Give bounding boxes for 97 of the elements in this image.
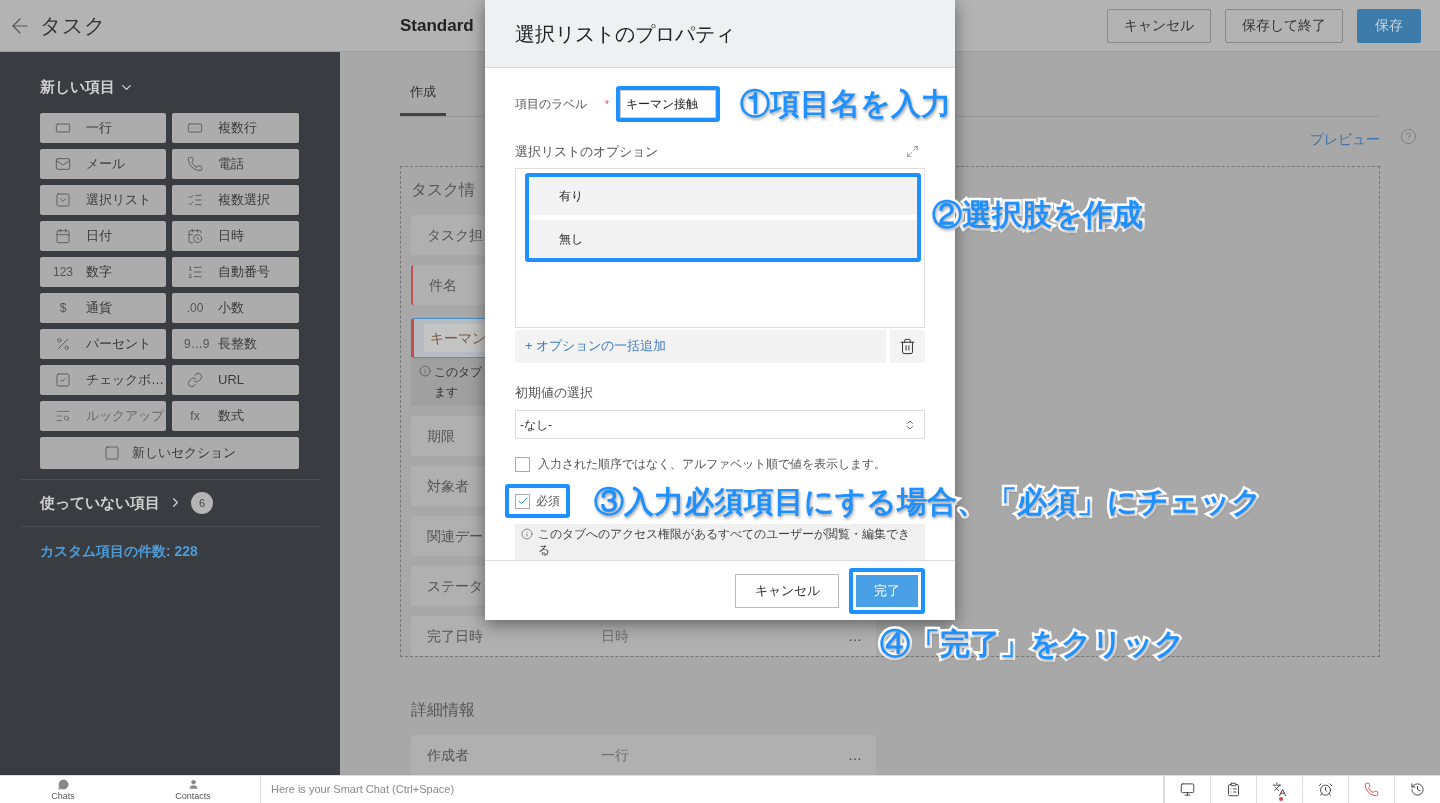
field-label: タスク担: [427, 225, 483, 245]
section-title: 新しい項目: [40, 77, 115, 97]
save-button[interactable]: 保存: [1357, 8, 1421, 43]
field-type-button[interactable]: 日時: [172, 220, 299, 251]
bottom-tab[interactable]: Chats: [0, 776, 126, 803]
percent-icon: [55, 335, 71, 352]
alarm-clock-icon: [1318, 782, 1333, 797]
unused-fields-link[interactable]: 使っていない項目: [40, 491, 160, 514]
default-value-select[interactable]: -なし-: [515, 410, 925, 439]
glyph-icon: 123: [52, 262, 74, 281]
header-button[interactable]: キャンセル: [1107, 8, 1211, 43]
section-title: 詳細情報: [411, 700, 475, 720]
header-button[interactable]: 保存して終了: [1225, 8, 1343, 43]
field-type-button[interactable]: 自動番号: [172, 256, 299, 287]
tab[interactable]: 作成: [400, 81, 446, 116]
custom-field-count: カスタム項目の件数: 228: [40, 542, 199, 561]
trash-icon: [899, 337, 916, 355]
select-arrows-icon: [904, 418, 916, 431]
section-icon: [103, 444, 120, 461]
dropdown-icon: [55, 191, 71, 208]
form-row[interactable]: 作成者 一行 …: [411, 735, 876, 775]
field-type-button[interactable]: fx 数式: [172, 400, 299, 431]
field-type-button[interactable]: パーセント: [40, 328, 166, 359]
field-type-button[interactable]: URL: [172, 364, 299, 395]
option-row[interactable]: 有り: [529, 176, 917, 215]
numbered-list-icon: [187, 263, 203, 280]
label-input[interactable]: キーマン接触: [620, 90, 716, 118]
done-button[interactable]: 完了: [856, 574, 918, 607]
section-title: タスク情: [411, 180, 475, 200]
field-label: ステータ: [427, 576, 483, 596]
note-text: このタブへのアクセス権限があるすべてのユーザーが閲覧・編集できる: [538, 526, 911, 558]
options-title: 選択リストのオプション: [515, 143, 658, 161]
checkbox-label: 必須: [536, 493, 560, 510]
delete-button[interactable]: [890, 329, 925, 363]
link-icon: [187, 371, 203, 388]
checkbox-icon: [55, 371, 71, 388]
glyph-icon: .00: [184, 298, 206, 317]
clipboard-icon: [1226, 782, 1241, 797]
field-type-button[interactable]: $ 通貨: [40, 292, 166, 323]
bottom-tab[interactable]: Contacts: [126, 776, 260, 803]
field-type-button[interactable]: .00 小数: [172, 292, 299, 323]
field-type-button[interactable]: 複数行: [172, 112, 299, 143]
field-label: 作成者: [427, 745, 469, 765]
annotation-label: ①項目名を入力: [740, 88, 951, 119]
phone-icon: [1364, 782, 1379, 797]
more-menu[interactable]: …: [848, 744, 862, 766]
field-label: 件名: [429, 275, 457, 295]
default-value-label: 初期値の選択: [515, 383, 594, 402]
annotation-label: ④「完了」をクリック: [880, 628, 1185, 659]
info-icon: [521, 528, 533, 540]
count-badge: 6: [191, 491, 213, 514]
more-menu[interactable]: …: [848, 625, 862, 647]
field-type: 日時: [601, 626, 629, 646]
field-label: 完了日時: [427, 626, 483, 646]
field-type-button[interactable]: 選択リスト: [40, 184, 166, 215]
checkbox[interactable]: [515, 493, 530, 509]
chat-bubble-icon: [57, 778, 69, 790]
translate-icon: [1272, 782, 1287, 797]
field-type-button[interactable]: 一行: [40, 112, 166, 143]
glyph-icon: $: [52, 298, 74, 317]
note-text: このタブ: [434, 364, 482, 381]
checkmark-icon: [516, 495, 529, 507]
info-icon: [419, 365, 431, 377]
glyph-icon: fx: [184, 406, 206, 425]
field-label: 項目のラベル: [515, 96, 588, 113]
note-text: ます: [434, 384, 459, 401]
new-section-button[interactable]: 新しいセクション: [40, 436, 299, 469]
bulk-add-button[interactable]: + オプションの一括追加: [515, 329, 886, 363]
field-label: 期限: [427, 426, 455, 446]
expand-icon[interactable]: [906, 145, 919, 159]
monitor-icon: [1180, 782, 1195, 797]
calendar-icon: [55, 227, 71, 244]
field-type-button[interactable]: チェックボ…: [40, 364, 166, 395]
calendar-clock-icon: [187, 227, 203, 244]
envelope-icon: [55, 155, 71, 172]
field-type-button[interactable]: 9…9 長整数: [172, 328, 299, 359]
field-type-button[interactable]: 123 数字: [40, 256, 166, 287]
field-label: 対象者: [427, 476, 469, 496]
form-row[interactable]: 完了日時 日時 …: [411, 616, 876, 656]
person-icon: [187, 778, 199, 790]
checkbox-label: 入力された順序ではなく、アルファベット順で値を表示します。: [538, 456, 886, 473]
field-type-button[interactable]: 日付: [40, 220, 166, 251]
field-type-button[interactable]: 複数選択: [172, 184, 299, 215]
page-title: タスク: [40, 12, 106, 39]
field-type-button[interactable]: 電話: [172, 148, 299, 179]
layout-name: Standard: [400, 14, 474, 37]
field-label: 関連デー: [427, 526, 483, 546]
field-type-button[interactable]: メール: [40, 148, 166, 179]
field-type: 一行: [601, 745, 629, 765]
dialog-title: 選択リストのプロパティ: [515, 21, 735, 47]
cancel-button[interactable]: キャンセル: [735, 573, 839, 608]
checkbox[interactable]: [515, 456, 530, 472]
chat-input[interactable]: Here is your Smart Chat (Ctrl+Space): [260, 776, 1164, 803]
option-row[interactable]: 無し: [529, 219, 917, 258]
phone-icon: [187, 155, 203, 172]
required-mark: *: [605, 97, 610, 112]
history-icon: [1410, 782, 1425, 797]
